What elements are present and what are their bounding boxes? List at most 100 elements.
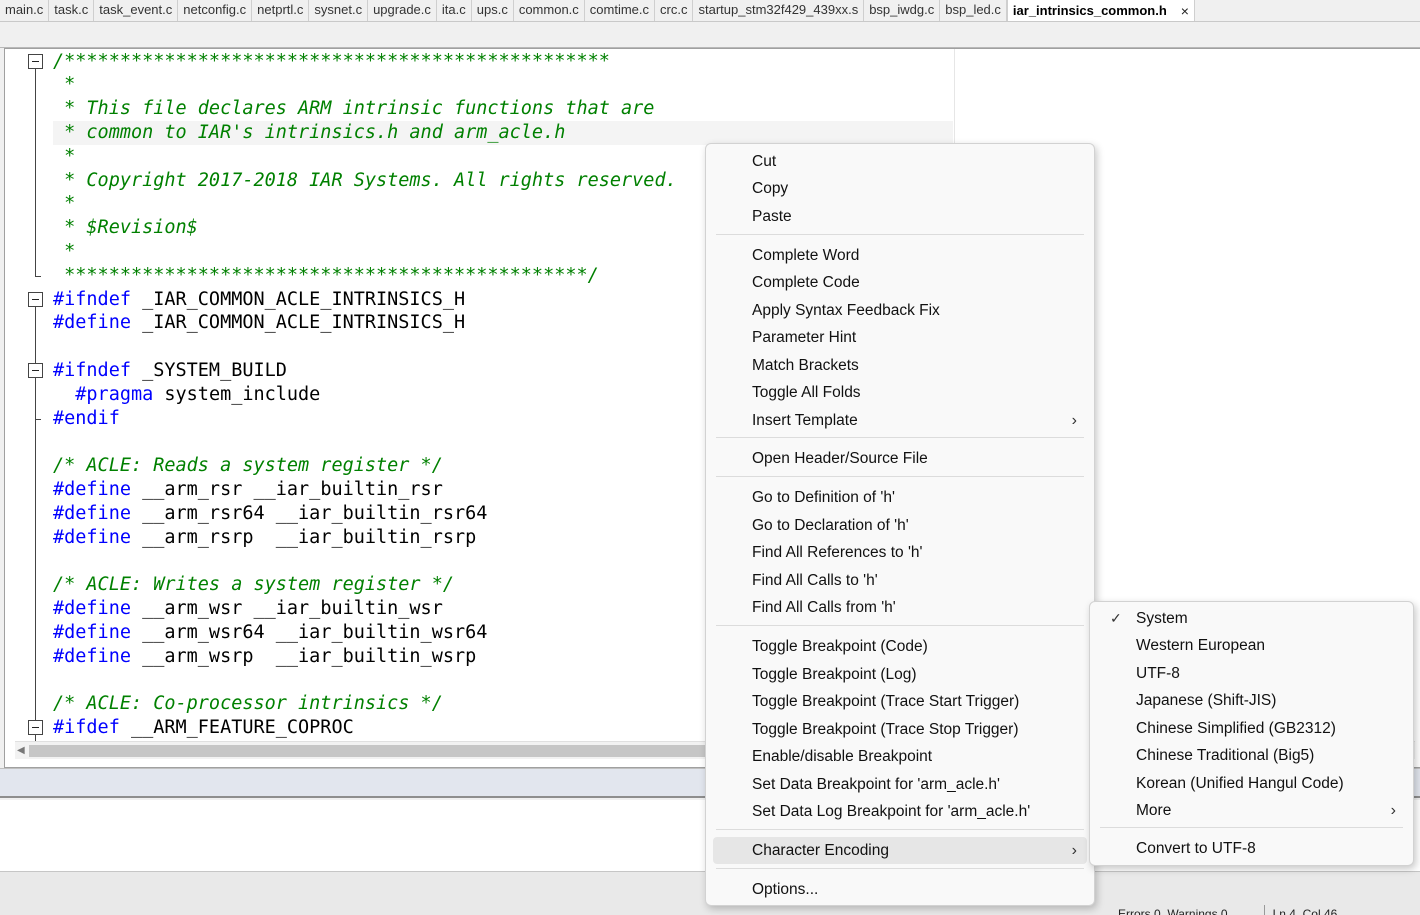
menu-item-label: Complete Code (752, 274, 860, 291)
code-line[interactable]: #endif (53, 407, 120, 431)
close-icon[interactable]: × (1181, 1, 1189, 21)
menu-item-options[interactable]: Options... (713, 876, 1087, 903)
code-line[interactable]: * Copyright 2017-2018 IAR Systems. All r… (53, 169, 677, 193)
code-line[interactable]: #ifdef __ARM_FEATURE_COPROC (53, 716, 354, 740)
code-line[interactable]: #define __arm_rsrp __iar_builtin_rsrp (53, 526, 476, 550)
tab-task-event-c[interactable]: task_event.c (94, 0, 179, 21)
editor-context-menu: Cut Copy Paste Complete Word Complete Code Ap… (705, 143, 1095, 906)
menu-item-label: Toggle Breakpoint (Log) (752, 666, 917, 683)
menu-item-insert-template[interactable]: Insert Template › (713, 407, 1087, 434)
scroll-left-icon[interactable]: ◀ (17, 745, 25, 756)
tab-crc-c[interactable]: crc.c (655, 0, 694, 21)
tab-netconfig-c[interactable]: netconfig.c (178, 0, 253, 21)
tab-ita-c[interactable]: ita.c (437, 0, 472, 21)
preprocessor-keyword: #ifndef (53, 288, 131, 310)
code-line[interactable]: /* ACLE: Writes a system register */ (53, 573, 454, 597)
fold-minus-icon[interactable] (28, 362, 43, 378)
menu-item-label: Find All References to 'h' (752, 544, 923, 561)
menu-item-match-brackets[interactable]: Match Brackets (713, 352, 1087, 379)
menu-item-apply-syntax-feedback-fix[interactable]: Apply Syntax Feedback Fix (713, 297, 1087, 324)
scrollbar-thumb[interactable] (29, 745, 719, 757)
menu-item-toggle-breakpoint-trace-start[interactable]: Toggle Breakpoint (Trace Start Trigger) (713, 688, 1087, 715)
menu-item-complete-code[interactable]: Complete Code (713, 269, 1087, 296)
menu-item-toggle-all-folds[interactable]: Toggle All Folds (713, 379, 1087, 406)
code-line[interactable]: * (53, 240, 75, 264)
code-line[interactable]: * This file declares ARM intrinsic funct… (53, 97, 654, 121)
menu-item-label: System (1136, 610, 1188, 627)
code-line[interactable]: * (53, 145, 75, 169)
menu-item-label: Toggle Breakpoint (Trace Start Trigger) (752, 693, 1020, 710)
menu-item-complete-word[interactable]: Complete Word (713, 242, 1087, 269)
code-comment: /***************************************… (53, 50, 610, 72)
encoding-item-japanese-shift-jis[interactable]: Japanese (Shift-JIS) (1097, 687, 1406, 714)
fold-minus-icon[interactable] (28, 291, 43, 307)
tab-comtime-c[interactable]: comtime.c (585, 0, 656, 21)
encoding-item-more[interactable]: More › (1097, 797, 1406, 824)
menu-item-toggle-breakpoint-code[interactable]: Toggle Breakpoint (Code) (713, 633, 1087, 660)
code-line[interactable]: #ifndef _SYSTEM_BUILD (53, 359, 287, 383)
tab-startup-s[interactable]: startup_stm32f429_439xx.s (693, 0, 865, 21)
preprocessor-keyword: #define (53, 645, 131, 667)
code-line[interactable]: #ifndef _IAR_COMMON_ACLE_INTRINSICS_H (53, 288, 465, 312)
code-text: __arm_rsr64 __iar_builtin_rsr64 (130, 502, 488, 524)
encoding-item-chinese-simplified-gb2312[interactable]: Chinese Simplified (GB2312) (1097, 715, 1406, 742)
code-line[interactable]: * $Revision$ (53, 216, 198, 240)
code-line[interactable]: #define __arm_rsr64 __iar_builtin_rsr64 (53, 502, 487, 526)
encoding-item-convert-to-utf-8[interactable]: Convert to UTF-8 (1097, 835, 1406, 862)
menu-item-toggle-breakpoint-log[interactable]: Toggle Breakpoint (Log) (713, 661, 1087, 688)
encoding-item-chinese-traditional-big5[interactable]: Chinese Traditional (Big5) (1097, 742, 1406, 769)
encoding-item-western-european[interactable]: Western European (1097, 632, 1406, 659)
encoding-item-system[interactable]: ✓ System (1097, 605, 1406, 632)
menu-item-go-to-definition[interactable]: Go to Definition of 'h' (713, 484, 1087, 511)
code-line[interactable]: * common to IAR's intrinsics.h and arm_a… (53, 120, 953, 145)
menu-item-set-data-log-breakpoint[interactable]: Set Data Log Breakpoint for 'arm_acle.h' (713, 798, 1087, 825)
menu-item-open-header-source-file[interactable]: Open Header/Source File (713, 445, 1087, 472)
code-line[interactable]: #define __arm_rsr __iar_builtin_rsr (53, 478, 443, 502)
menu-item-enable-disable-breakpoint[interactable]: Enable/disable Breakpoint (713, 743, 1087, 770)
tab-netprtl-c[interactable]: netprtl.c (252, 0, 310, 21)
tab-bsp-led-c[interactable]: bsp_led.c (940, 0, 1007, 21)
menu-item-parameter-hint[interactable]: Parameter Hint (713, 324, 1087, 351)
menu-item-set-data-breakpoint[interactable]: Set Data Breakpoint for 'arm_acle.h' (713, 771, 1087, 798)
tab-common-c[interactable]: common.c (514, 0, 585, 21)
menu-item-character-encoding[interactable]: Character Encoding › (713, 837, 1087, 864)
menu-item-label: Convert to UTF-8 (1136, 840, 1256, 857)
menu-item-label: Chinese Simplified (GB2312) (1136, 720, 1336, 737)
menu-item-paste[interactable]: Paste (713, 203, 1087, 230)
menu-item-toggle-breakpoint-trace-stop[interactable]: Toggle Breakpoint (Trace Stop Trigger) (713, 716, 1087, 743)
code-line[interactable]: * (53, 73, 75, 97)
menu-item-cut[interactable]: Cut (713, 148, 1087, 175)
tab-ups-c[interactable]: ups.c (472, 0, 514, 21)
encoding-item-korean-unified-hangul[interactable]: Korean (Unified Hangul Code) (1097, 770, 1406, 797)
code-line[interactable]: /***************************************… (53, 50, 610, 74)
menu-item-find-all-calls-to[interactable]: Find All Calls to 'h' (713, 567, 1087, 594)
menu-item-find-all-calls-from[interactable]: Find All Calls from 'h' (713, 594, 1087, 621)
fold-minus-icon[interactable] (28, 719, 43, 735)
code-line[interactable]: ****************************************… (53, 264, 599, 288)
code-line[interactable]: #pragma system_include (53, 383, 320, 407)
code-text: __arm_wsr64 __iar_builtin_wsr64 (130, 621, 488, 643)
code-line[interactable]: * (53, 192, 75, 216)
menu-item-copy[interactable]: Copy (713, 175, 1087, 202)
code-comment: * (53, 74, 76, 96)
menu-item-find-all-references[interactable]: Find All References to 'h' (713, 539, 1087, 566)
code-line[interactable]: #define __arm_wsrp __iar_builtin_wsrp (53, 645, 476, 669)
tab-sysnet-c[interactable]: sysnet.c (309, 0, 369, 21)
code-line[interactable]: #define __arm_wsr __iar_builtin_wsr (53, 597, 443, 621)
code-line[interactable]: /* ACLE: Co-processor intrinsics */ (53, 692, 443, 716)
code-line[interactable]: #define _IAR_COMMON_ACLE_INTRINSICS_H (53, 311, 465, 335)
tab-upgrade-c[interactable]: upgrade.c (368, 0, 437, 21)
active-tab-label: iar_intrinsics_common.h (1012, 2, 1167, 18)
code-line[interactable]: #define __arm_wsr64 __iar_builtin_wsr64 (53, 621, 487, 645)
menu-item-go-to-declaration[interactable]: Go to Declaration of 'h' (713, 512, 1087, 539)
tab-task-c[interactable]: task.c (49, 0, 95, 21)
menu-item-label: Insert Template (752, 412, 858, 429)
encoding-item-utf-8[interactable]: UTF-8 (1097, 660, 1406, 687)
code-line[interactable]: /* ACLE: Reads a system register */ (53, 454, 443, 478)
tab-main-c[interactable]: main.c (0, 0, 50, 21)
fold-end-marker (35, 418, 41, 420)
menu-item-label: Chinese Traditional (Big5) (1136, 747, 1315, 764)
tab-bsp-iwdg-c[interactable]: bsp_iwdg.c (864, 0, 941, 21)
tab-iar-intrinsics-common-h[interactable]: iar_intrinsics_common.h × (1006, 0, 1195, 21)
fold-minus-icon[interactable] (28, 53, 43, 69)
